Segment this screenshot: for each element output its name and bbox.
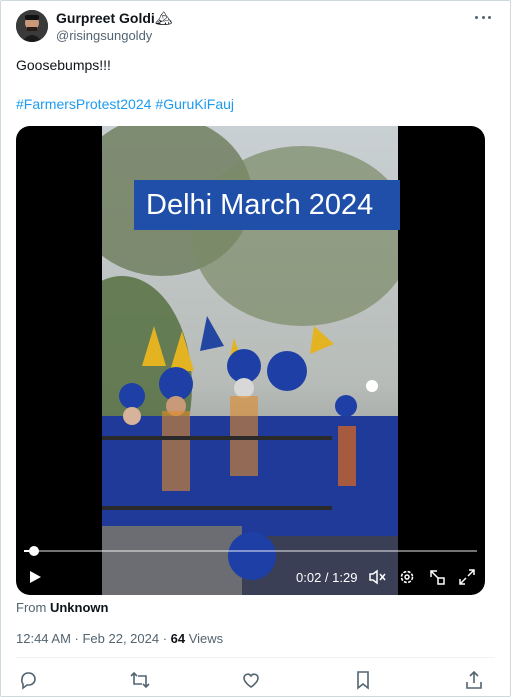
views-label: Views	[185, 631, 224, 646]
tweet-meta: 12:44 AM · Feb 22, 2024 · 64 Views	[16, 631, 223, 646]
like-icon[interactable]	[241, 670, 261, 690]
divider	[16, 657, 495, 658]
bookmark-icon[interactable]	[353, 670, 373, 690]
video-time: 0:02 / 1:29	[296, 570, 358, 585]
more-options-icon[interactable]	[475, 16, 491, 22]
avatar[interactable]	[16, 10, 48, 42]
volume-muted-icon[interactable]	[368, 568, 386, 586]
tweet-text: Goosebumps!!!	[16, 57, 111, 73]
play-icon[interactable]	[28, 570, 42, 584]
fullscreen-icon[interactable]	[458, 568, 476, 586]
video-progress-handle[interactable]	[28, 546, 39, 556]
source-line: From Unknown	[16, 600, 108, 615]
author-handle[interactable]: @risingsungoldy	[56, 28, 152, 43]
retweet-icon[interactable]	[130, 670, 150, 690]
author-name-text[interactable]: Gurpreet Goldi	[56, 10, 155, 26]
video-progress-bar[interactable]	[24, 546, 477, 556]
hashtag-link[interactable]: #GuruKiFauj	[155, 96, 234, 112]
reply-icon[interactable]	[18, 670, 38, 690]
pip-icon[interactable]	[428, 568, 446, 586]
author-name-emoji: 🏔	[154, 10, 173, 26]
source-value: Unknown	[49, 600, 109, 615]
hashtags: #FarmersProtest2024 #GuruKiFauj	[16, 96, 238, 112]
video-player[interactable]: Delhi March 2024 0:02 / 1:29	[16, 126, 485, 595]
share-icon[interactable]	[464, 670, 484, 690]
author-name[interactable]: Gurpreet Goldi🏔	[56, 10, 173, 27]
views-count: 64	[170, 631, 186, 646]
video-overlay-caption: Delhi March 2024	[134, 180, 400, 230]
timestamp[interactable]: 12:44 AM · Feb 22, 2024 ·	[16, 631, 171, 646]
settings-gear-icon[interactable]	[398, 568, 416, 586]
source-label: From	[16, 600, 47, 615]
hashtag-link[interactable]: #FarmersProtest2024	[16, 96, 151, 112]
